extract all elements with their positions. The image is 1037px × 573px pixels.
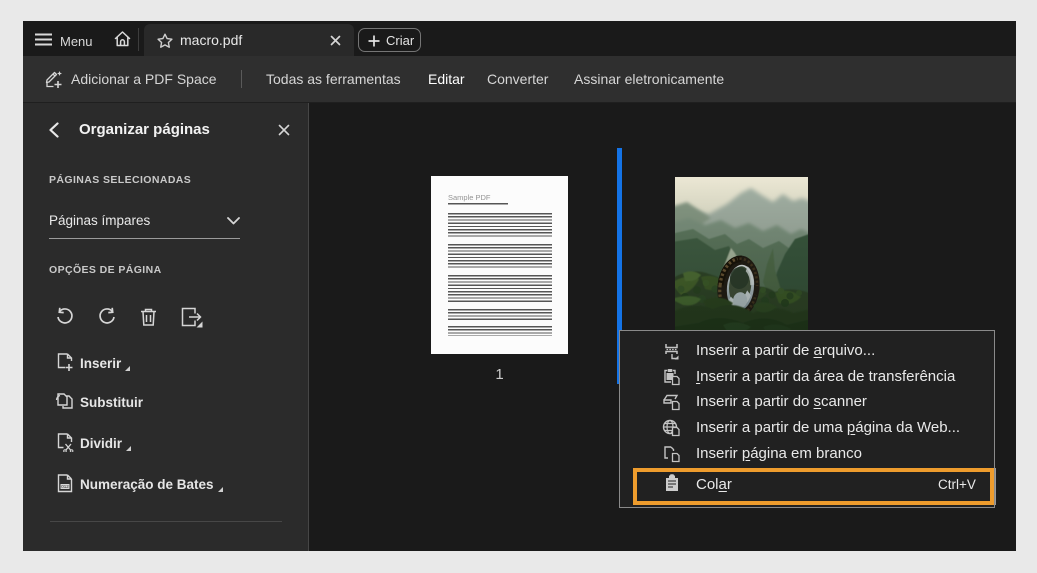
svg-text:012: 012 — [61, 484, 69, 489]
